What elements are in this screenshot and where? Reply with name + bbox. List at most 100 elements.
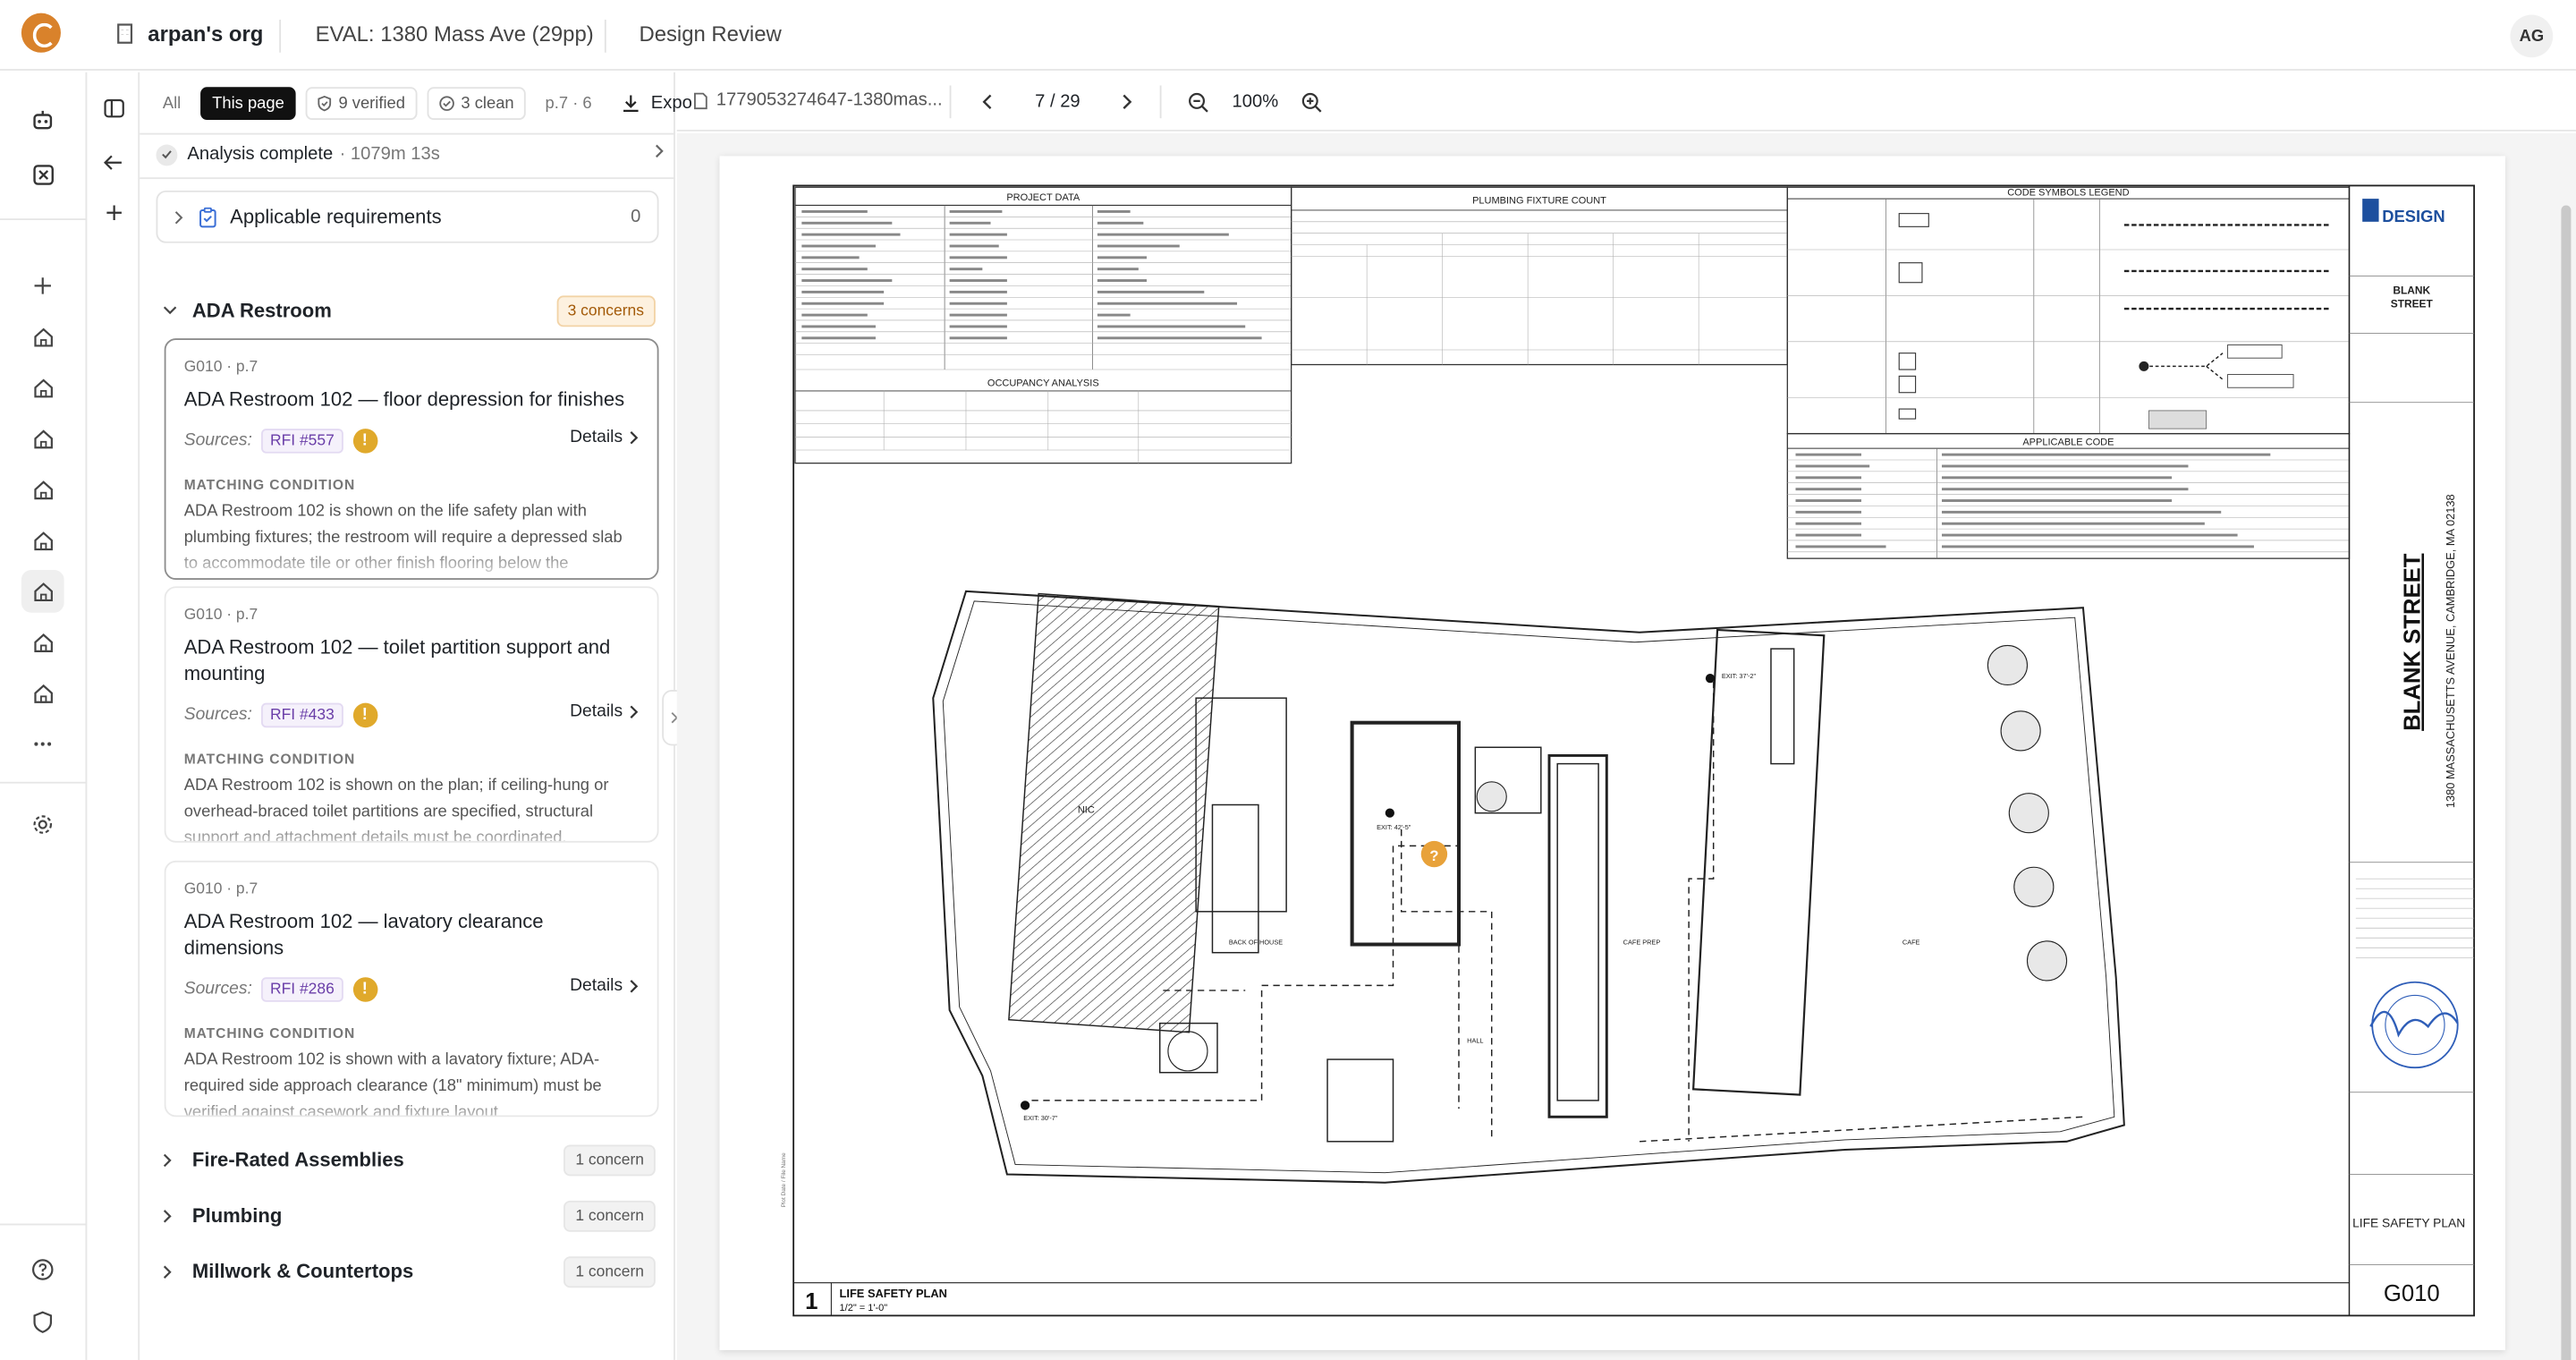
details-button[interactable]: Details: [570, 975, 639, 995]
rfi-link[interactable]: RFI #286: [261, 976, 343, 1001]
concern-card[interactable]: G010 · p.7 ADA Restroom 102 — toilet par…: [164, 586, 659, 843]
sheet-title: LIFE SAFETY PLAN: [2352, 1216, 2465, 1229]
group-plumbing[interactable]: Plumbing 1 concern: [163, 1199, 656, 1232]
group-label: Plumbing: [191, 1203, 283, 1228]
plus-icon[interactable]: [21, 265, 64, 308]
applicable-code-title: APPLICABLE CODE: [2022, 437, 2114, 447]
card-sources: Sources: RFI #286 ! Details: [184, 975, 640, 1001]
card-meta: G010 · p.7: [183, 606, 258, 625]
warning-icon: !: [352, 976, 377, 1001]
concern-badge: 1 concern: [564, 1143, 656, 1176]
group-fire-rated[interactable]: Fire-Rated Assemblies 1 concern: [163, 1143, 656, 1177]
home-icon[interactable]: [21, 621, 64, 664]
card-title: ADA Restroom 102 — lavatory clearance di…: [183, 909, 544, 960]
home-icon[interactable]: [21, 569, 64, 613]
close-box-icon[interactable]: [21, 153, 64, 196]
sources-label: Sources:: [183, 704, 252, 725]
details-button[interactable]: Details: [570, 701, 639, 721]
arrow-left-icon[interactable]: [97, 146, 130, 179]
concern-card[interactable]: G010 · p.7 ADA Restroom 102 — lavatory c…: [164, 860, 659, 1118]
app-logo[interactable]: [21, 13, 61, 53]
rfi-link[interactable]: RFI #557: [261, 428, 343, 453]
drawing-scale: 1/2" = 1'-0": [840, 1303, 888, 1313]
org-name: arpan's org: [148, 21, 264, 47]
file-name[interactable]: 1779053274647-1380mas...: [693, 89, 943, 110]
project-data-title: PROJECT DATA: [1006, 192, 1080, 203]
bot-icon[interactable]: [21, 98, 64, 141]
details-button[interactable]: Details: [570, 427, 639, 446]
gear-icon[interactable]: [21, 803, 64, 846]
firm-name: DESIGN: [2382, 207, 2445, 225]
org-switcher[interactable]: arpan's org: [115, 21, 264, 47]
building-icon: [117, 23, 133, 44]
file-icon: [694, 91, 708, 109]
zoom-out-button[interactable]: [1182, 87, 1212, 116]
group-millwork[interactable]: Millwork & Countertops 1 concern: [163, 1254, 656, 1288]
card-meta: G010 · p.7: [183, 358, 258, 377]
details-label: Details: [570, 427, 623, 447]
file-name-label: 1779053274647-1380mas...: [716, 89, 943, 110]
project-breadcrumb[interactable]: EVAL: 1380 Mass Ave (29pp): [316, 21, 594, 47]
card-sources: Sources: RFI #433 ! Details: [184, 701, 640, 727]
drawing-sheet: PROJECT DATA OCCUPANCY ANALYSIS PLUMBING…: [719, 156, 2505, 1350]
filter-verified-label: 9 verified: [338, 94, 405, 113]
analysis-label: Analysis complete: [187, 144, 334, 165]
view-breadcrumb[interactable]: Design Review: [639, 21, 781, 47]
chevron-right-icon: [630, 704, 639, 718]
sources-label: Sources:: [183, 979, 252, 999]
concern-card[interactable]: G010 · p.7 ADA Restroom 102 — floor depr…: [164, 338, 659, 581]
analysis-status[interactable]: Analysis complete · 1079m 13s: [156, 138, 665, 171]
more-icon[interactable]: [21, 723, 64, 766]
zoom-in-icon: [1301, 91, 1321, 112]
plus-icon[interactable]: [97, 195, 130, 228]
vertical-project-title: BLANK STREET: [2400, 553, 2425, 731]
chevron-right-icon: [655, 144, 664, 158]
home-icon[interactable]: [21, 672, 64, 715]
room-cafe-prep: CAFE PREP: [1623, 939, 1661, 947]
viewer-scrollbar[interactable]: [2561, 205, 2572, 1360]
sidebar-toggle-icon[interactable]: [97, 92, 130, 125]
sheet-number: G010: [2384, 1281, 2440, 1306]
clipboard-check-icon: [199, 206, 216, 227]
applicable-requirements[interactable]: Applicable requirements 0: [156, 190, 659, 243]
filter-clean[interactable]: 3 clean: [426, 87, 526, 121]
home-icon[interactable]: [21, 519, 64, 562]
rfi-link[interactable]: RFI #433: [261, 701, 343, 727]
requirements-label: Applicable requirements: [230, 205, 442, 229]
sources-label: Sources:: [183, 429, 252, 450]
next-page-button[interactable]: [1112, 87, 1141, 116]
home-icon[interactable]: [21, 366, 64, 409]
user-avatar[interactable]: AG: [2510, 14, 2554, 58]
prev-page-button[interactable]: [972, 87, 1002, 116]
home-icon[interactable]: [21, 468, 64, 511]
chevron-right-icon: [163, 1264, 182, 1279]
card-sources: Sources: RFI #557 ! Details: [184, 427, 640, 453]
matching-condition-label: MATCHING CONDITION: [183, 476, 356, 493]
zoom-out-icon: [1188, 91, 1208, 112]
chevron-right-icon: [174, 210, 183, 224]
page-indicator[interactable]: 7 / 29: [1035, 92, 1080, 112]
analysis-duration: · 1079m 13s: [339, 144, 440, 165]
occupancy-title: OCCUPANCY ANALYSIS: [987, 378, 1099, 388]
concern-marker-label: ?: [1429, 847, 1438, 864]
life-safety-plan-drawing: PROJECT DATA OCCUPANCY ANALYSIS PLUMBING…: [781, 184, 2475, 1317]
group-ada-restroom[interactable]: ADA Restroom 3 concerns: [163, 294, 656, 327]
zoom-in-button[interactable]: [1296, 87, 1326, 116]
filter-this-page[interactable]: This page: [200, 87, 296, 121]
filter-all[interactable]: All: [153, 87, 191, 120]
warning-icon: !: [352, 701, 377, 727]
viewer-canvas[interactable]: PROJECT DATA OCCUPANCY ANALYSIS PLUMBING…: [676, 132, 2576, 1360]
home-icon[interactable]: [21, 417, 64, 460]
help-icon[interactable]: [21, 1248, 64, 1291]
matching-condition-label: MATCHING CONDITION: [183, 1024, 356, 1041]
filter-verified[interactable]: 9 verified: [305, 87, 417, 121]
details-label: Details: [570, 975, 623, 996]
filter-clean-label: 3 clean: [461, 94, 514, 113]
shield-icon[interactable]: [21, 1301, 64, 1344]
project-name-2: STREET: [2391, 297, 2434, 310]
project-name-1: BLANK: [2393, 285, 2430, 297]
home-icon[interactable]: [21, 315, 64, 358]
check-icon: [156, 143, 178, 166]
room-hall: HALL: [1467, 1037, 1483, 1045]
check-circle-icon: [438, 96, 454, 111]
